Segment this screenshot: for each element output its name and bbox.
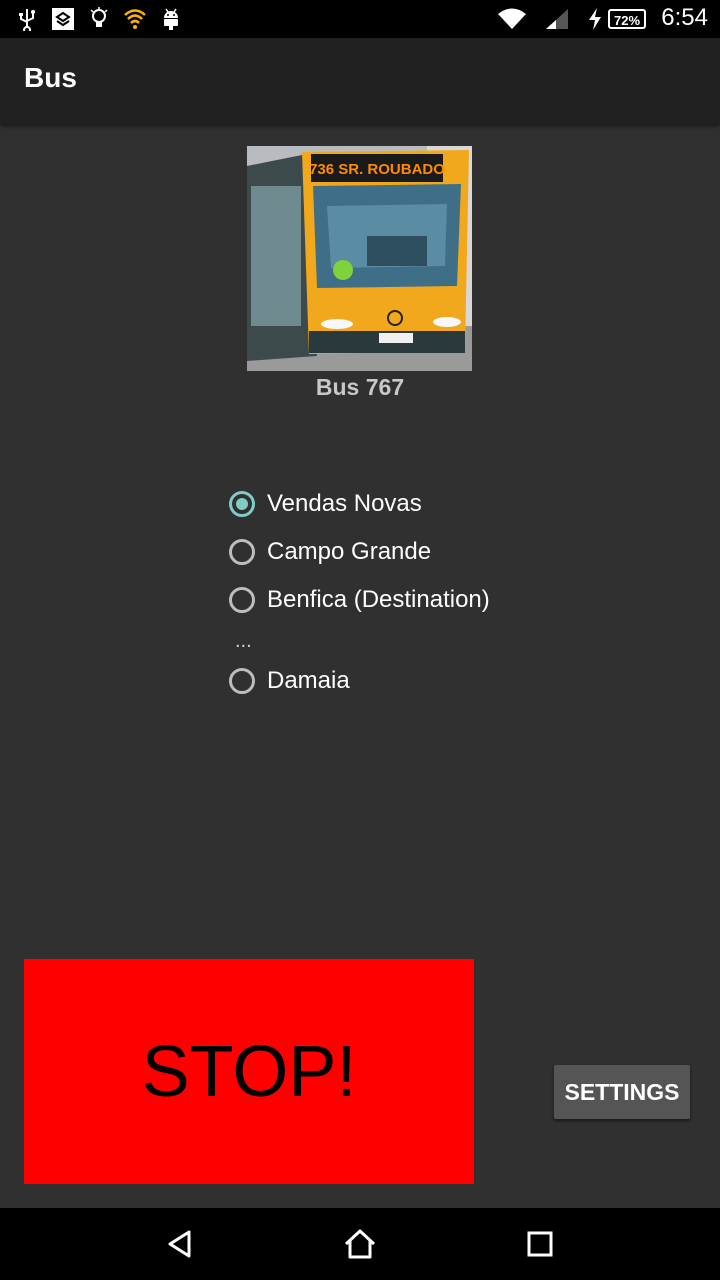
battery-indicator: 72% bbox=[608, 9, 646, 29]
more-stops-ellipsis: ... bbox=[235, 630, 252, 652]
back-icon[interactable] bbox=[160, 1224, 200, 1264]
stop-label: Vendas Novas bbox=[267, 490, 422, 517]
stop-option-benfica[interactable]: Benfica (Destination) bbox=[229, 578, 490, 622]
android-debug-icon bbox=[158, 6, 184, 32]
bus-name: Bus 767 bbox=[315, 374, 405, 400]
lightbulb-icon bbox=[86, 6, 112, 32]
settings-button[interactable]: SETTINGS bbox=[554, 1065, 690, 1119]
status-bar: 72% 6:54 bbox=[0, 0, 720, 38]
app-bar: Bus bbox=[0, 38, 720, 124]
radio-selected-icon[interactable] bbox=[229, 491, 255, 517]
recents-icon[interactable] bbox=[520, 1224, 560, 1264]
navigation-bar bbox=[0, 1208, 720, 1280]
destination-sign: 736 SR. ROUBADO bbox=[309, 161, 445, 178]
app-title: Bus bbox=[24, 62, 77, 93]
stop-label: Benfica (Destination) bbox=[267, 586, 490, 613]
stop-option-campo-grande[interactable]: Campo Grande bbox=[229, 530, 431, 574]
stop-label: Damaia bbox=[267, 667, 350, 694]
wifi-icon bbox=[496, 6, 528, 32]
charging-icon bbox=[584, 6, 606, 32]
stop-button[interactable]: STOP! bbox=[24, 959, 474, 1184]
radio-icon[interactable] bbox=[229, 668, 255, 694]
cell-signal-icon bbox=[542, 6, 572, 32]
radio-icon[interactable] bbox=[229, 539, 255, 565]
home-icon[interactable] bbox=[340, 1224, 380, 1264]
stop-label: Campo Grande bbox=[267, 538, 432, 565]
clock: 6:54 bbox=[661, 4, 708, 31]
bus-photo: 736 SR. ROUBADO bbox=[247, 146, 472, 371]
usb-icon bbox=[14, 6, 40, 32]
radio-icon[interactable] bbox=[229, 587, 255, 613]
stop-option-damaia[interactable]: Damaia bbox=[229, 659, 350, 703]
stop-option-vendas-novas[interactable]: Vendas Novas bbox=[229, 482, 422, 526]
app-notification-icon bbox=[50, 6, 76, 32]
wifi-orange-icon bbox=[122, 6, 148, 32]
